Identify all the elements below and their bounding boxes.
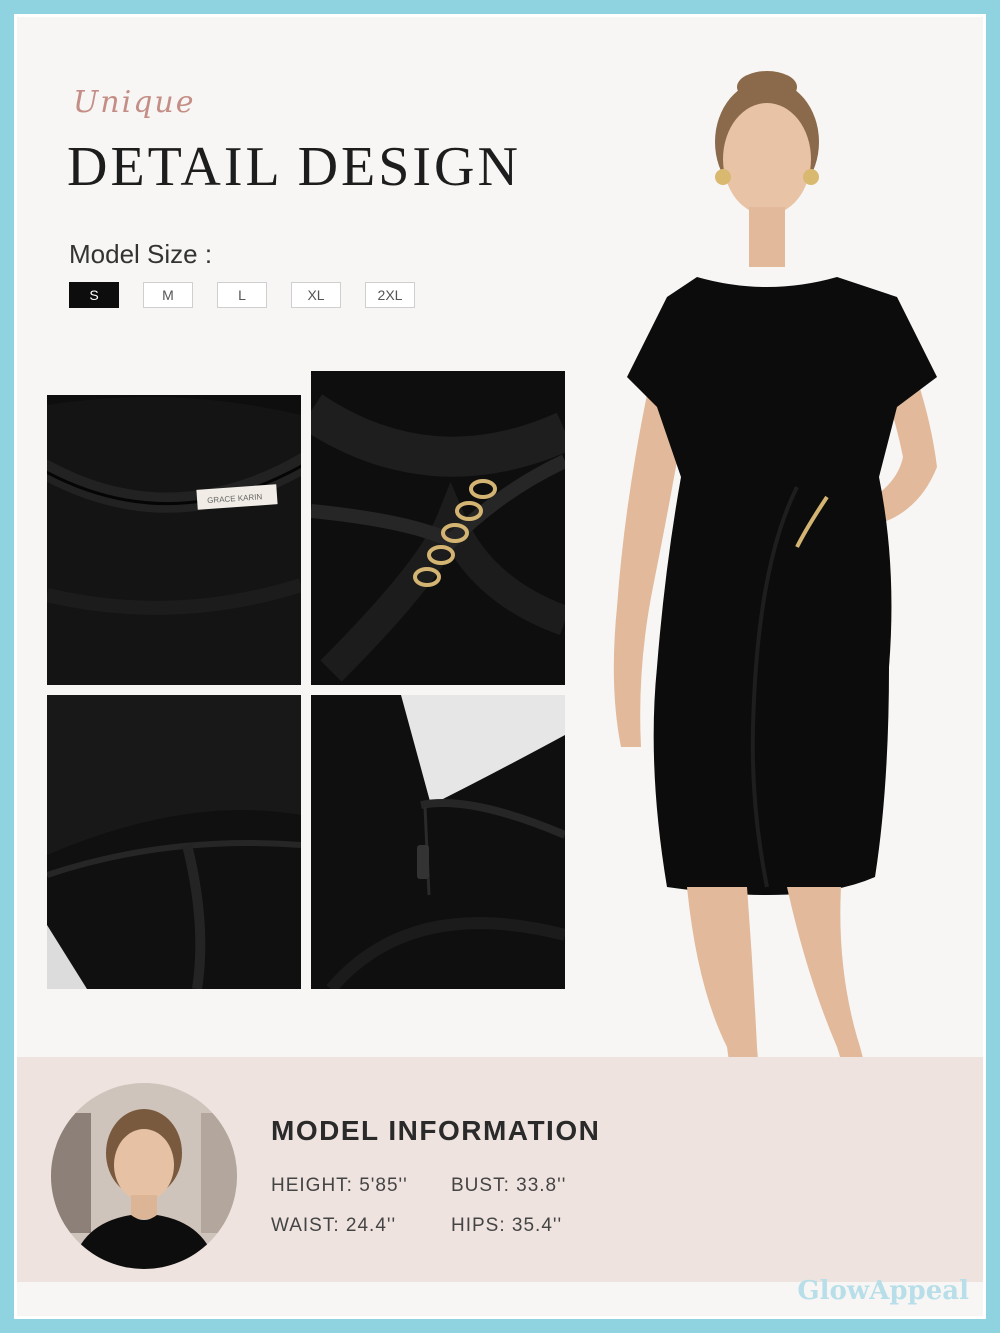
detail-photo-zipper <box>311 695 565 989</box>
size-chip-s[interactable]: S <box>69 282 119 308</box>
zipper-pull-icon <box>417 845 429 879</box>
detail-photo-chain-buckle <box>311 371 565 685</box>
product-image-canvas: Unique DETAIL DESIGN Model Size : S M L … <box>14 14 986 1319</box>
size-selector: S M L XL 2XL <box>69 282 415 308</box>
size-chip-xl[interactable]: XL <box>291 282 341 308</box>
model-hips: HIPS: 35.4'' <box>451 1215 563 1236</box>
model-size-label: Model Size : <box>69 239 213 269</box>
size-chip-2xl[interactable]: 2XL <box>365 282 415 308</box>
size-chip-m[interactable]: M <box>143 282 193 308</box>
model-bust: BUST: 33.8'' <box>451 1175 567 1196</box>
model-waist: WAIST: 24.4'' <box>271 1215 397 1236</box>
detail-photo-sleeve <box>47 695 301 989</box>
detail-photo-neckline: GRACE KARIN <box>47 395 301 685</box>
script-subtitle: Unique <box>73 85 196 120</box>
model-portrait-avatar <box>51 1083 237 1269</box>
model-info-title: MODEL INFORMATION <box>271 1115 601 1146</box>
page-title: DETAIL DESIGN <box>67 136 521 198</box>
model-info-row-2: WAIST: 24.4'' HIPS: 35.4'' <box>271 1215 631 1237</box>
watermark: GlowAppeal <box>797 1276 969 1306</box>
model-height: HEIGHT: 5'85'' <box>271 1175 408 1196</box>
outer-frame: Unique DETAIL DESIGN Model Size : S M L … <box>0 0 1000 1333</box>
model-info-row-1: HEIGHT: 5'85'' BUST: 33.8'' <box>271 1175 631 1197</box>
size-chip-l[interactable]: L <box>217 282 267 308</box>
